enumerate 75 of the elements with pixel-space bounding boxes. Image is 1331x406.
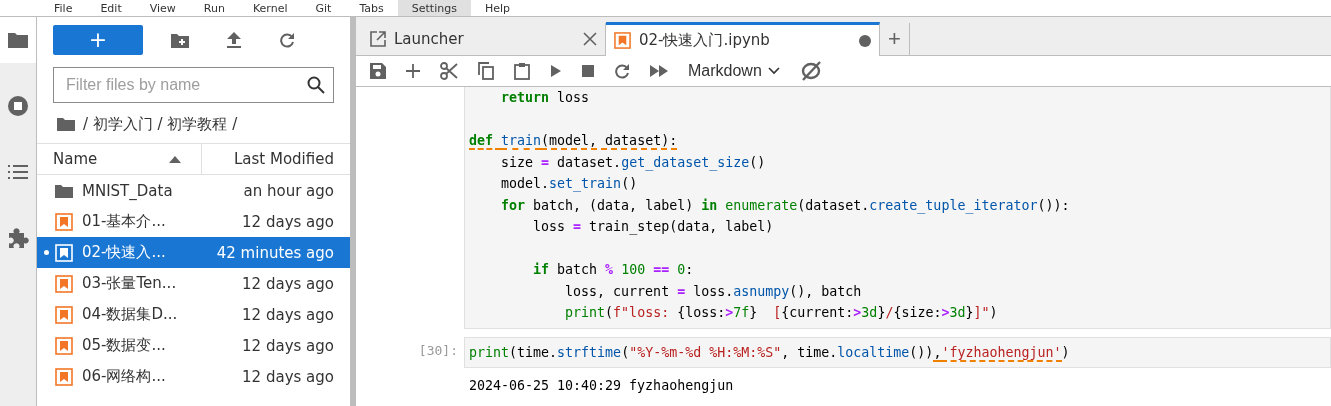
cut-icon[interactable]: [440, 62, 458, 80]
notebook-icon: [55, 305, 73, 324]
modified-time: 12 days ago: [242, 212, 335, 231]
menu-item[interactable]: Help: [470, 0, 524, 16]
name-column-header[interactable]: Name: [37, 144, 202, 174]
menu-item[interactable]: Settings: [397, 0, 471, 16]
notebook-icon: [614, 32, 631, 49]
menu-item[interactable]: File: [40, 0, 87, 16]
modified-time: an hour ago: [243, 181, 335, 200]
cell-output: 2024-06-25 10:40:29 fyzhaohengjun: [468, 377, 735, 395]
new-folder-icon[interactable]: [171, 32, 189, 48]
file-name: 05-数据变...: [82, 336, 167, 355]
kernel-status-icon: [799, 60, 822, 82]
file-name: 03-张量Ten...: [82, 274, 178, 293]
fast-forward-icon[interactable]: [650, 65, 668, 77]
document-tab[interactable]: 02-快速入门.ipynb: [606, 22, 880, 56]
save-icon[interactable]: [370, 63, 386, 79]
file-row[interactable]: MNIST_Data an hour ago: [37, 175, 350, 206]
file-row[interactable]: 06-网络构... 12 days ago: [37, 361, 350, 392]
last-modified-column-header[interactable]: Last Modified: [202, 144, 350, 174]
menu-item[interactable]: Edit: [86, 0, 136, 16]
external-link-icon: [370, 31, 386, 47]
notebook-icon: [55, 274, 73, 293]
notebook-icon: [55, 212, 73, 231]
file-row[interactable]: 05-数据变... 12 days ago: [37, 330, 350, 361]
menu-item[interactable]: Tabs: [345, 0, 398, 16]
file-name: 04-数据集D...: [82, 305, 179, 324]
list-icon: [8, 164, 28, 180]
folder-icon: [55, 183, 73, 198]
sort-ascending-icon: [169, 155, 181, 163]
cell-type-dropdown[interactable]: Markdown: [688, 62, 780, 80]
upload-icon[interactable]: [227, 32, 241, 48]
modified-time: 12 days ago: [242, 274, 335, 293]
stop-circle-icon: [7, 95, 29, 117]
modified-time: 12 days ago: [242, 336, 335, 355]
menu-item[interactable]: View: [135, 0, 190, 16]
chevron-down-icon: [767, 67, 780, 75]
code-cell[interactable]: return loss def train(model, dataset): size = dataset.get_dataset_size() model.set_train() for batch, (data, label) in enumerate(dataset.create_tuple_iterator()): loss = train_step(data, label) if batch % 100 == 0: loss, current = loss.asnumpy(), batch print(f"loss: {loss:>7f} [{current:>3d}/{size:>3d}]"): [464, 87, 1331, 329]
file-row[interactable]: 02-快速入... 42 minutes ago: [37, 237, 350, 268]
copy-icon[interactable]: [478, 62, 494, 80]
activity-tab[interactable]: [0, 17, 36, 63]
folder-icon: [7, 31, 29, 49]
file-name: MNIST_Data: [82, 181, 174, 200]
plus-icon[interactable]: [406, 64, 420, 78]
notebook-icon: [55, 243, 73, 262]
code-cell[interactable]: print(time.strftime("%Y-%m-%d %H:%M:%S", time.localtime()),'fyzhaohengjun'): [464, 336, 1331, 368]
modified-time: 12 days ago: [242, 305, 335, 324]
play-icon[interactable]: [550, 64, 562, 78]
file-name: 02-快速入...: [82, 243, 167, 262]
modified-time: 12 days ago: [242, 367, 335, 386]
unsaved-indicator-icon[interactable]: [859, 34, 871, 47]
menu-item[interactable]: Run: [189, 0, 239, 16]
tab-label: 02-快速入门.ipynb: [639, 31, 771, 50]
breadcrumb-path[interactable]: / 初学入门 / 初学教程 /: [83, 114, 238, 134]
paste-icon[interactable]: [514, 62, 530, 80]
menu-item[interactable]: Kernel: [238, 0, 302, 16]
execution-count: [30]:: [418, 342, 458, 358]
file-row[interactable]: 01-基本介... 12 days ago: [37, 206, 350, 237]
menu-item[interactable]: Git: [301, 0, 346, 16]
notebook-icon: [55, 336, 73, 355]
file-row[interactable]: 04-数据集D... 12 days ago: [37, 299, 350, 330]
new-launcher-button[interactable]: +: [53, 25, 143, 55]
close-icon[interactable]: [583, 32, 597, 46]
folder-icon[interactable]: [57, 117, 75, 131]
notebook-icon: [55, 367, 73, 386]
file-name: 06-网络构...: [82, 367, 167, 386]
refresh-icon[interactable]: [279, 32, 295, 48]
restart-icon[interactable]: [614, 63, 630, 79]
file-row[interactable]: 03-张量Ten... 12 days ago: [37, 268, 350, 299]
file-name: 01-基本介...: [82, 212, 167, 231]
puzzle-icon: [7, 227, 29, 249]
tab-label: Launcher: [394, 30, 465, 48]
search-icon: [307, 76, 325, 94]
filter-field[interactable]: Filter files by name: [53, 67, 334, 103]
modified-time: 42 minutes ago: [216, 243, 335, 262]
